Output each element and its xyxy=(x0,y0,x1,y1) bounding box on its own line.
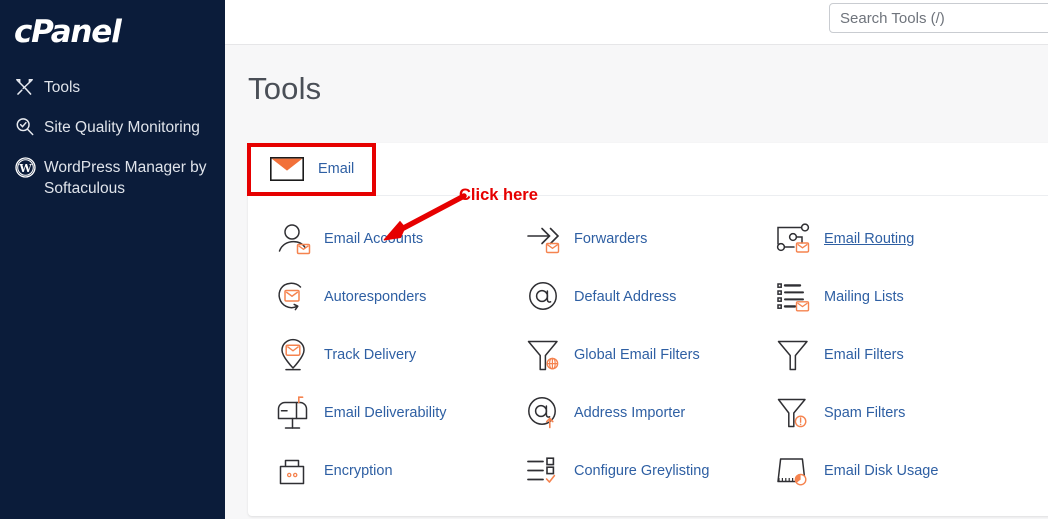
sidebar-item-site-quality-monitoring[interactable]: Site Quality Monitoring xyxy=(0,116,225,138)
forwarders-icon xyxy=(522,219,566,259)
search-tools-wrapper xyxy=(829,3,1048,33)
tool-label: Email Accounts xyxy=(324,231,424,247)
sidebar: cPanel Tools Site Quality Monitoring W W… xyxy=(0,0,225,519)
email-accounts-icon xyxy=(272,219,316,259)
sidebar-item-label: Site Quality Monitoring xyxy=(44,119,200,136)
global-email-filters-icon xyxy=(522,335,566,375)
main-content: Tools Email xyxy=(225,0,1048,519)
sidebar-item-label: WordPress Manager by Softaculous xyxy=(44,159,207,197)
tool-forwarders[interactable]: Forwarders xyxy=(522,210,772,268)
tool-email-deliverability[interactable]: Email Deliverability xyxy=(272,384,522,442)
tool-label: Email Deliverability xyxy=(324,405,447,421)
email-tools-grid: Email Accounts Forwarders Email Routing … xyxy=(248,196,1048,516)
cpanel-logo: cPanel xyxy=(14,14,122,50)
tool-email-filters[interactable]: Email Filters xyxy=(772,326,1022,384)
brand[interactable]: cPanel xyxy=(0,0,225,50)
autoresponders-icon xyxy=(272,277,316,317)
tool-label: Forwarders xyxy=(574,231,648,247)
tool-autoresponders[interactable]: Autoresponders xyxy=(272,268,522,326)
svg-text:W: W xyxy=(18,161,32,174)
default-address-icon xyxy=(522,277,566,317)
tool-label: Autoresponders xyxy=(324,289,427,305)
email-deliverability-icon xyxy=(272,393,316,433)
tool-configure-greylisting[interactable]: Configure Greylisting xyxy=(522,442,772,500)
tool-label: Default Address xyxy=(574,289,677,305)
sidebar-item-label: Tools xyxy=(44,79,81,96)
address-importer-icon xyxy=(522,393,566,433)
email-section-card: Email Email Accounts Forwarders Email Ro… xyxy=(248,143,1048,516)
tool-track-delivery[interactable]: Track Delivery xyxy=(272,326,522,384)
tool-email-accounts[interactable]: Email Accounts xyxy=(272,210,522,268)
tool-label: Email Routing xyxy=(824,231,915,247)
site-quality-monitoring-icon xyxy=(14,116,44,138)
search-input[interactable] xyxy=(829,3,1048,33)
sidebar-item-wordpress-manager[interactable]: W WordPress Manager by Softaculous xyxy=(0,156,225,199)
tool-label: Address Importer xyxy=(574,405,686,421)
email-disk-usage-icon xyxy=(772,451,816,491)
tool-label: Encryption xyxy=(324,463,393,479)
tool-label: Configure Greylisting xyxy=(574,463,710,479)
email-section-header[interactable]: Email xyxy=(248,143,1048,196)
envelope-icon xyxy=(270,157,304,181)
topbar xyxy=(225,0,1048,45)
tool-label: Track Delivery xyxy=(324,347,417,363)
tool-label: Email Disk Usage xyxy=(824,463,939,479)
email-section-title: Email xyxy=(318,161,355,177)
spam-filters-icon xyxy=(772,393,816,433)
tool-label: Global Email Filters xyxy=(574,347,700,363)
email-routing-icon xyxy=(772,219,816,259)
tool-mailing-lists[interactable]: Mailing Lists xyxy=(772,268,1022,326)
tool-encryption[interactable]: Encryption xyxy=(272,442,522,500)
mailing-lists-icon xyxy=(772,277,816,317)
encryption-icon xyxy=(272,451,316,491)
tool-email-routing[interactable]: Email Routing xyxy=(772,210,1022,268)
email-filters-icon xyxy=(772,335,816,375)
tool-label: Email Filters xyxy=(824,347,904,363)
tool-address-importer[interactable]: Address Importer xyxy=(522,384,772,442)
tool-spam-filters[interactable]: Spam Filters xyxy=(772,384,1022,442)
tool-label: Mailing Lists xyxy=(824,289,904,305)
tools-icon xyxy=(14,76,44,98)
cpanel-app: cPanel Tools Site Quality Monitoring W W… xyxy=(0,0,1048,519)
wordpress-icon: W xyxy=(14,156,44,178)
page-title: Tools xyxy=(248,71,322,106)
tool-label: Spam Filters xyxy=(824,405,906,421)
sidebar-item-tools[interactable]: Tools xyxy=(0,76,225,98)
tool-email-disk-usage[interactable]: Email Disk Usage xyxy=(772,442,1022,500)
sidebar-nav: Tools Site Quality Monitoring W WordPres… xyxy=(0,76,225,199)
configure-greylisting-icon xyxy=(522,451,566,491)
track-delivery-icon xyxy=(272,335,316,375)
tool-default-address[interactable]: Default Address xyxy=(522,268,772,326)
tool-global-email-filters[interactable]: Global Email Filters xyxy=(522,326,772,384)
